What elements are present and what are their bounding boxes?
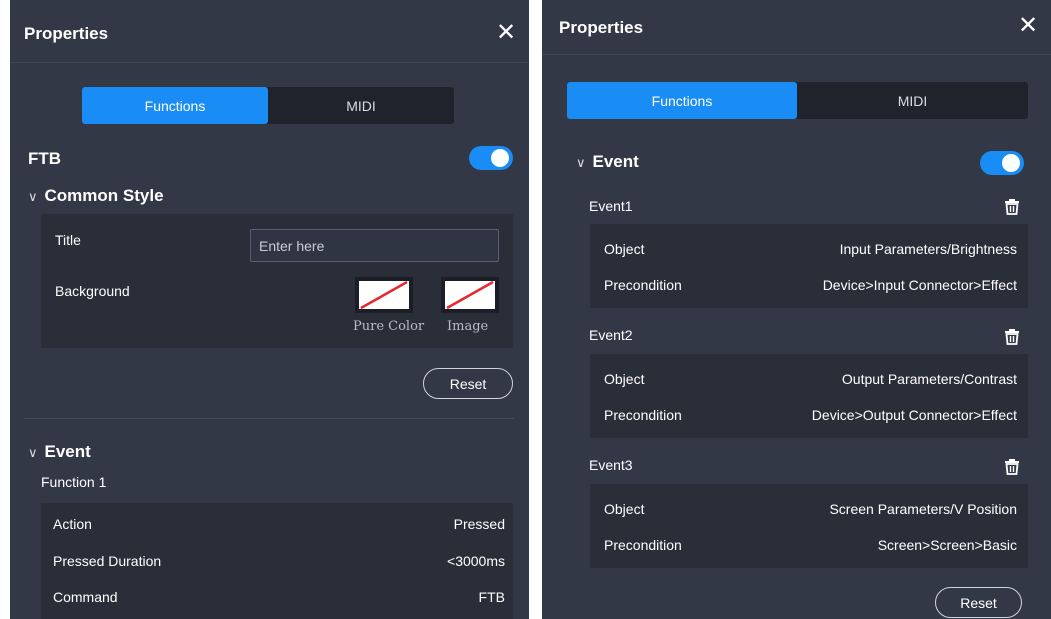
function-title: Function 1 [41, 474, 107, 490]
ftb-label: FTB [28, 149, 62, 168]
object-label: Object [604, 241, 645, 257]
event2-box: Object Output Parameters/Contrast Precon… [590, 354, 1028, 438]
event3-box: Object Screen Parameters/V Position Prec… [590, 484, 1028, 568]
title-input[interactable] [250, 229, 499, 262]
ftb-toggle[interactable] [469, 146, 513, 170]
action-value: Pressed [453, 516, 505, 532]
reset-button[interactable]: Reset [423, 368, 513, 399]
event-heading: Event [592, 152, 639, 171]
object-value: Output Parameters/Contrast [841, 371, 1017, 387]
event-toggle[interactable] [980, 151, 1024, 175]
object-value: Screen Parameters/V Position [829, 501, 1017, 517]
panel-title: Properties [24, 24, 109, 43]
function-details-box: Action Pressed Pressed Duration <3000ms … [41, 503, 513, 619]
event1-box: Object Input Parameters/Brightness Preco… [590, 224, 1028, 308]
title-label: Title [55, 232, 81, 248]
image-swatch[interactable] [441, 277, 499, 313]
close-icon[interactable]: ✕ [496, 21, 516, 45]
precondition-value: Device>Input Connector>Effect [822, 277, 1017, 293]
event-header[interactable]: ∨ Event [28, 442, 91, 462]
panel-header: Properties ✕ [542, 0, 1051, 55]
background-label: Background [55, 283, 130, 299]
precondition-value: Device>Output Connector>Effect [811, 407, 1017, 423]
chevron-down-icon: ∨ [28, 189, 38, 204]
precondition-value: Screen>Screen>Basic [877, 537, 1017, 553]
chevron-down-icon: ∨ [576, 155, 586, 170]
tab-switcher: Functions MIDI [567, 82, 1028, 119]
command-label: Command [53, 589, 118, 605]
event3-title: Event3 [589, 457, 633, 473]
object-label: Object [604, 371, 645, 387]
precondition-label: Precondition [604, 537, 682, 553]
event-header[interactable]: ∨ Event [576, 152, 639, 172]
tab-midi[interactable]: MIDI [268, 87, 454, 124]
object-value: Input Parameters/Brightness [839, 241, 1017, 257]
common-style-heading: Common Style [44, 186, 164, 205]
event2-title: Event2 [589, 327, 633, 343]
tab-functions[interactable]: Functions [567, 82, 797, 119]
panel-header: Properties ✕ [10, 0, 529, 63]
event1-title: Event1 [589, 198, 633, 214]
precondition-label: Precondition [604, 407, 682, 423]
no-image-icon [446, 281, 494, 309]
pure-color-swatch[interactable] [355, 277, 413, 313]
pressed-duration-label: Pressed Duration [53, 553, 162, 569]
action-label: Action [53, 516, 92, 532]
reset-button[interactable]: Reset [935, 587, 1022, 618]
chevron-down-icon: ∨ [28, 445, 38, 460]
properties-panel-right: Properties ✕ Functions MIDI ∨ Event Event… [542, 0, 1051, 619]
properties-panel-left: Properties ✕ Functions MIDI FTB ∨ Common … [10, 0, 529, 619]
pure-color-caption: Pure Color [353, 319, 425, 334]
divider [24, 418, 514, 419]
tab-midi[interactable]: MIDI [797, 82, 1028, 119]
trash-icon[interactable] [1004, 459, 1020, 475]
tab-functions[interactable]: Functions [82, 87, 268, 124]
close-icon[interactable]: ✕ [1018, 14, 1038, 38]
event-heading: Event [44, 442, 91, 461]
trash-icon[interactable] [1004, 329, 1020, 345]
tab-switcher: Functions MIDI [82, 87, 454, 124]
no-color-icon [360, 281, 408, 309]
image-caption: Image [447, 319, 489, 334]
object-label: Object [604, 501, 645, 517]
pressed-duration-value: <3000ms [447, 553, 505, 569]
precondition-label: Precondition [604, 277, 682, 293]
panel-title: Properties [559, 18, 644, 37]
trash-icon[interactable] [1004, 199, 1020, 215]
common-style-header[interactable]: ∨ Common Style [28, 186, 164, 206]
command-value: FTB [478, 589, 505, 605]
